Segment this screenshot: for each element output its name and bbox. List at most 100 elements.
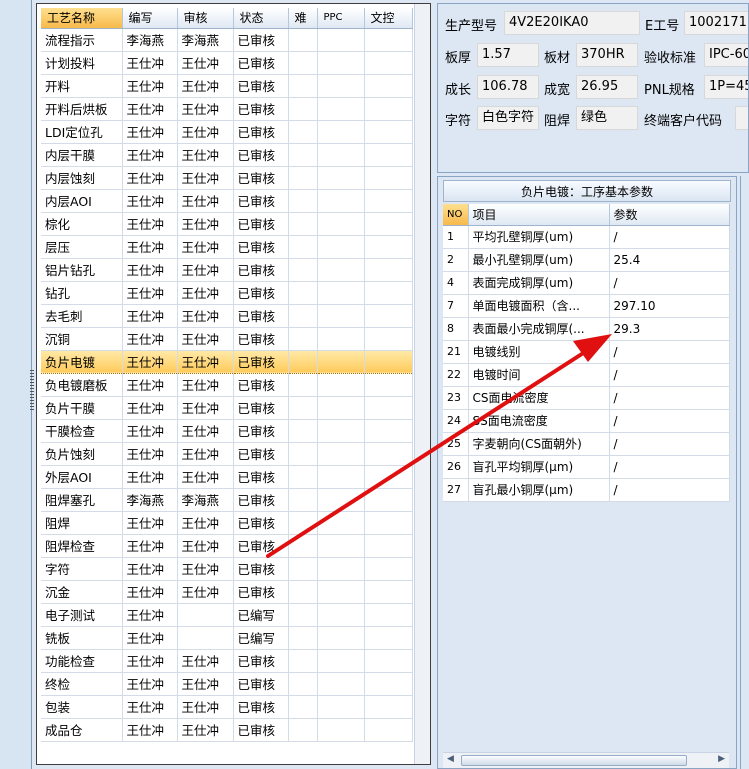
doc-control-cell[interactable] [364, 166, 413, 190]
status-cell[interactable]: 已审核 [233, 143, 289, 167]
param-row[interactable]: 4 表面完成铜厚(um) / [443, 271, 730, 295]
reviewer-cell[interactable]: 王仕冲 [177, 349, 234, 374]
status-cell[interactable]: 已审核 [233, 349, 289, 374]
process-name-cell[interactable]: 内层AOI [41, 189, 123, 213]
col-header-item[interactable]: 项目 [468, 204, 610, 226]
status-cell[interactable]: 已审核 [233, 419, 289, 443]
doc-control-cell[interactable] [364, 74, 413, 98]
process-row[interactable]: 层压 王仕冲 王仕冲 已审核 [41, 235, 413, 259]
ppc-cell[interactable] [317, 626, 365, 650]
length-field[interactable]: 106.78 [477, 75, 539, 99]
doc-control-cell[interactable] [364, 557, 413, 581]
author-cell[interactable]: 王仕冲 [122, 511, 178, 535]
process-name-cell[interactable]: 包装 [41, 695, 123, 719]
thickness-field[interactable]: 1.57 [477, 43, 539, 67]
reviewer-cell[interactable]: 王仕冲 [177, 672, 234, 696]
ppc-cell[interactable] [317, 695, 365, 719]
param-no-cell[interactable]: 8 [443, 317, 469, 341]
process-row[interactable]: LDI定位孔 王仕冲 王仕冲 已审核 [41, 120, 413, 144]
process-row[interactable]: 负电镀磨板 王仕冲 王仕冲 已审核 [41, 373, 413, 397]
difficulty-cell[interactable] [288, 143, 318, 167]
process-row[interactable]: 阻焊检查 王仕冲 王仕冲 已审核 [41, 534, 413, 558]
param-no-cell[interactable]: 7 [443, 294, 469, 318]
author-cell[interactable]: 李海燕 [122, 28, 178, 52]
process-name-cell[interactable]: 阻焊检查 [41, 534, 123, 558]
process-row[interactable]: 包装 王仕冲 王仕冲 已审核 [41, 695, 413, 719]
status-cell[interactable]: 已审核 [233, 557, 289, 581]
status-cell[interactable]: 已审核 [233, 534, 289, 558]
difficulty-cell[interactable] [288, 235, 318, 259]
param-row[interactable]: 1 平均孔壁铜厚(um) / [443, 225, 730, 249]
ppc-cell[interactable] [317, 97, 365, 121]
reviewer-cell[interactable]: 王仕冲 [177, 235, 234, 259]
author-cell[interactable]: 王仕冲 [122, 189, 178, 213]
process-name-cell[interactable]: 负片蚀刻 [41, 442, 123, 466]
reviewer-cell[interactable]: 王仕冲 [177, 143, 234, 167]
scroll-thumb[interactable] [461, 755, 687, 766]
difficulty-cell[interactable] [288, 419, 318, 443]
process-row[interactable]: 沉金 王仕冲 王仕冲 已审核 [41, 580, 413, 604]
process-row[interactable]: 字符 王仕冲 王仕冲 已审核 [41, 557, 413, 581]
status-cell[interactable]: 已审核 [233, 258, 289, 282]
param-item-cell[interactable]: 单面电镀面积（含... [468, 294, 610, 318]
ppc-cell[interactable] [317, 511, 365, 535]
difficulty-cell[interactable] [288, 511, 318, 535]
reviewer-cell[interactable]: 王仕冲 [177, 120, 234, 144]
process-name-cell[interactable]: 干膜检查 [41, 419, 123, 443]
scroll-right-icon[interactable]: ▶ [718, 754, 725, 764]
status-cell[interactable]: 已编写 [233, 626, 289, 650]
difficulty-cell[interactable] [288, 327, 318, 351]
author-cell[interactable]: 王仕冲 [122, 166, 178, 190]
process-name-cell[interactable]: 负片干膜 [41, 396, 123, 420]
process-row[interactable]: 铣板 王仕冲 已编写 [41, 626, 413, 650]
param-no-cell[interactable]: 26 [443, 455, 469, 479]
author-cell[interactable]: 王仕冲 [122, 120, 178, 144]
process-row[interactable]: 内层干膜 王仕冲 王仕冲 已审核 [41, 143, 413, 167]
status-cell[interactable]: 已审核 [233, 281, 289, 305]
doc-control-cell[interactable] [364, 235, 413, 259]
param-item-cell[interactable]: SS面电流密度 [468, 409, 610, 433]
param-item-cell[interactable]: CS面电流密度 [468, 386, 610, 410]
ppc-cell[interactable] [317, 534, 365, 558]
doc-control-cell[interactable] [364, 51, 413, 75]
author-cell[interactable]: 王仕冲 [122, 74, 178, 98]
author-cell[interactable]: 王仕冲 [122, 327, 178, 351]
status-cell[interactable]: 已审核 [233, 327, 289, 351]
reviewer-cell[interactable]: 王仕冲 [177, 166, 234, 190]
author-cell[interactable]: 王仕冲 [122, 649, 178, 673]
author-cell[interactable]: 王仕冲 [122, 534, 178, 558]
author-cell[interactable]: 李海燕 [122, 488, 178, 512]
process-row[interactable]: 内层AOI 王仕冲 王仕冲 已审核 [41, 189, 413, 213]
doc-control-cell[interactable] [364, 212, 413, 236]
difficulty-cell[interactable] [288, 28, 318, 52]
doc-control-cell[interactable] [364, 718, 413, 742]
difficulty-cell[interactable] [288, 349, 318, 374]
process-row[interactable]: 沉铜 王仕冲 王仕冲 已审核 [41, 327, 413, 351]
difficulty-cell[interactable] [288, 281, 318, 305]
author-cell[interactable]: 王仕冲 [122, 349, 178, 374]
param-value-cell[interactable]: / [609, 432, 730, 456]
param-no-cell[interactable]: 21 [443, 340, 469, 364]
status-cell[interactable]: 已审核 [233, 28, 289, 52]
difficulty-cell[interactable] [288, 465, 318, 489]
model-field[interactable]: 4V2E20IKA0 [504, 11, 640, 35]
status-cell[interactable]: 已审核 [233, 488, 289, 512]
reviewer-cell[interactable]: 王仕冲 [177, 97, 234, 121]
process-name-cell[interactable]: 铣板 [41, 626, 123, 650]
status-cell[interactable]: 已审核 [233, 74, 289, 98]
author-cell[interactable]: 王仕冲 [122, 281, 178, 305]
process-name-cell[interactable]: 层压 [41, 235, 123, 259]
doc-control-cell[interactable] [364, 511, 413, 535]
process-name-cell[interactable]: 阻焊塞孔 [41, 488, 123, 512]
param-no-cell[interactable]: 23 [443, 386, 469, 410]
ppc-cell[interactable] [317, 327, 365, 351]
process-name-cell[interactable]: 负电镀磨板 [41, 373, 123, 397]
difficulty-cell[interactable] [288, 488, 318, 512]
process-name-cell[interactable]: 字符 [41, 557, 123, 581]
doc-control-cell[interactable] [364, 143, 413, 167]
process-row[interactable]: 铝片钻孔 王仕冲 王仕冲 已审核 [41, 258, 413, 282]
status-cell[interactable]: 已审核 [233, 672, 289, 696]
ppc-cell[interactable] [317, 189, 365, 213]
process-row[interactable]: 钻孔 王仕冲 王仕冲 已审核 [41, 281, 413, 305]
reviewer-cell[interactable]: 王仕冲 [177, 373, 234, 397]
